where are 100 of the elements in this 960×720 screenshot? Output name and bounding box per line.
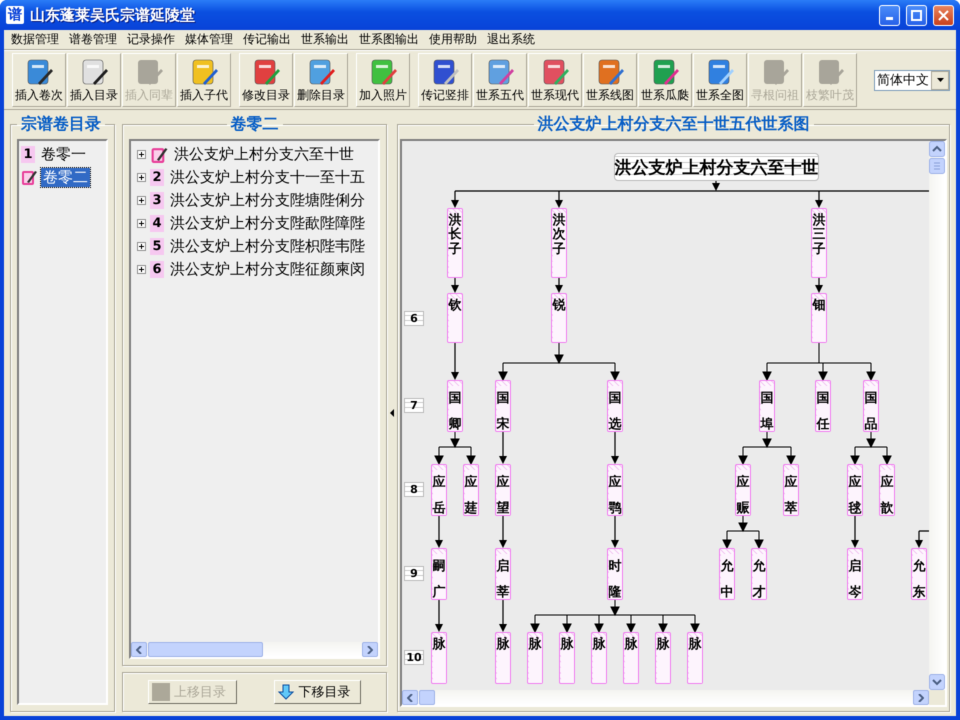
chapter-item[interactable]: 洪公支炉上村分支陛征颜柬闵 bbox=[168, 260, 367, 279]
person-node[interactable]: 国选 bbox=[607, 380, 623, 432]
minimize-button[interactable] bbox=[879, 4, 900, 26]
toolbar-button[interactable]: 世系全图 bbox=[693, 53, 747, 107]
volume-item[interactable]: 卷零二 bbox=[41, 168, 90, 187]
scrollbar-thumb[interactable] bbox=[148, 642, 263, 657]
root-node[interactable]: 洪公支炉上村分支六至十世 bbox=[614, 153, 819, 181]
expand-icon[interactable] bbox=[137, 173, 146, 182]
person-node[interactable]: 应赈 bbox=[735, 464, 751, 516]
person-node[interactable]: 洪次子 bbox=[551, 208, 567, 278]
chapter-item[interactable]: 洪公支炉上村分支十一至十五 bbox=[168, 168, 367, 187]
scroll-left-button[interactable] bbox=[402, 690, 418, 705]
menu-item[interactable]: 退出系统 bbox=[482, 31, 540, 48]
generation-label: 6 bbox=[404, 311, 424, 326]
move-down-button[interactable]: 下移目录 bbox=[274, 680, 362, 704]
panel-title: 宗谱卷目录 bbox=[20, 114, 102, 135]
person-node[interactable]: 允中 bbox=[719, 548, 735, 600]
person-node[interactable]: 脉 bbox=[527, 632, 543, 684]
chapter-item[interactable]: 洪公支炉上村分支六至十世 bbox=[172, 145, 356, 164]
generation-label: 7 bbox=[404, 398, 424, 413]
generation-label: 8 bbox=[404, 482, 424, 497]
person-node[interactable]: 应岳 bbox=[431, 464, 447, 516]
toolbar-button[interactable]: 世系现代 bbox=[528, 53, 582, 107]
chapter-item[interactable]: 洪公支炉上村分支陛枳陛韦陛 bbox=[168, 237, 367, 256]
expand-icon[interactable] bbox=[137, 150, 146, 159]
branch-connector bbox=[451, 343, 459, 380]
generation-label: 9 bbox=[404, 566, 424, 581]
close-button[interactable] bbox=[933, 4, 954, 26]
person-node[interactable]: 洪三子 bbox=[811, 208, 827, 278]
person-node[interactable]: 启莘 bbox=[495, 548, 511, 600]
number-badge: 6 bbox=[150, 261, 164, 278]
toolbar-button[interactable]: 插入目录 bbox=[67, 53, 121, 107]
chapter-item[interactable]: 洪公支炉上村分支陛塘陛俐分 bbox=[168, 191, 367, 210]
person-node[interactable]: 国品 bbox=[863, 380, 879, 432]
volume-item[interactable]: 卷零一 bbox=[39, 145, 88, 164]
person-node[interactable]: 允才 bbox=[751, 548, 767, 600]
menu-item[interactable]: 世系图输出 bbox=[354, 31, 424, 48]
toolbar-button[interactable]: 插入子代 bbox=[177, 53, 231, 107]
toolbar-button[interactable]: 修改目录 bbox=[239, 53, 293, 107]
toolbar-button[interactable]: 世系瓜瓞 bbox=[638, 53, 692, 107]
person-node[interactable]: 脉 bbox=[431, 632, 447, 684]
branch-connector bbox=[435, 600, 443, 632]
scroll-left-button[interactable] bbox=[131, 642, 147, 657]
language-dropdown[interactable]: 简体中文 bbox=[874, 70, 950, 90]
close-icon bbox=[938, 10, 949, 20]
person-node[interactable]: 应望 bbox=[495, 464, 511, 516]
panel-title: 洪公支炉上村分支六至十世五代世系图 bbox=[536, 114, 810, 135]
expand-icon[interactable] bbox=[137, 196, 146, 205]
toolbar-button[interactable]: 世系五代 bbox=[473, 53, 527, 107]
person-node[interactable]: 脉 bbox=[495, 632, 511, 684]
toolbar-button[interactable]: 世系线图 bbox=[583, 53, 637, 107]
menu-item[interactable]: 传记输出 bbox=[238, 31, 296, 48]
person-node[interactable]: 允东 bbox=[911, 548, 927, 600]
person-node[interactable]: 洪长子 bbox=[447, 208, 463, 278]
scroll-right-button[interactable] bbox=[362, 642, 378, 657]
branch-connector bbox=[555, 278, 563, 293]
number-badge: 2 bbox=[150, 169, 164, 186]
person-node[interactable]: 应莛 bbox=[463, 464, 479, 516]
person-node[interactable]: 应歆 bbox=[879, 464, 895, 516]
scrollbar-thumb[interactable] bbox=[419, 690, 435, 705]
person-node[interactable]: 脉 bbox=[623, 632, 639, 684]
menu-item[interactable]: 谱卷管理 bbox=[64, 31, 122, 48]
person-node[interactable]: 时隆 bbox=[607, 548, 623, 600]
person-node[interactable]: 国卿 bbox=[447, 380, 463, 432]
person-node[interactable]: 国宋 bbox=[495, 380, 511, 432]
expand-icon[interactable] bbox=[137, 265, 146, 274]
scroll-up-button[interactable] bbox=[929, 141, 945, 157]
expand-icon[interactable] bbox=[137, 242, 146, 251]
toolbar-button[interactable]: 传记竖排 bbox=[418, 53, 472, 107]
toolbar-button[interactable]: 加入照片 bbox=[356, 53, 410, 107]
menu-item[interactable]: 记录操作 bbox=[122, 31, 180, 48]
scroll-right-button[interactable] bbox=[913, 690, 929, 705]
branch-connector bbox=[611, 516, 619, 548]
person-node[interactable]: 嗣广 bbox=[431, 548, 447, 600]
person-node[interactable]: 应鹗 bbox=[607, 464, 623, 516]
person-node[interactable]: 应萃 bbox=[783, 464, 799, 516]
person-node[interactable]: 国埠 bbox=[759, 380, 775, 432]
person-node[interactable]: 脉 bbox=[655, 632, 671, 684]
menu-item[interactable]: 使用帮助 bbox=[424, 31, 482, 48]
maximize-button[interactable] bbox=[906, 4, 927, 26]
person-node[interactable]: 脉 bbox=[559, 632, 575, 684]
person-node[interactable]: 启岑 bbox=[847, 548, 863, 600]
toolbar-button[interactable]: 插入卷次 bbox=[12, 53, 66, 107]
expand-icon[interactable] bbox=[137, 219, 146, 228]
toolbar-button[interactable]: 删除目录 bbox=[294, 53, 348, 107]
collapse-arrow-icon[interactable] bbox=[390, 409, 394, 417]
person-node[interactable]: 脉 bbox=[591, 632, 607, 684]
branch-connector bbox=[434, 432, 476, 464]
person-node[interactable]: 钦 bbox=[447, 293, 463, 343]
person-node[interactable]: 应毬 bbox=[847, 464, 863, 516]
menu-item[interactable]: 数据管理 bbox=[6, 31, 64, 48]
person-node[interactable]: 钿 bbox=[811, 293, 827, 343]
person-node[interactable]: 脉 bbox=[687, 632, 703, 684]
menu-item[interactable]: 媒体管理 bbox=[180, 31, 238, 48]
scroll-down-button[interactable] bbox=[929, 674, 945, 690]
chapter-item[interactable]: 洪公支炉上村分支陛歃陛障陛 bbox=[168, 214, 367, 233]
person-node[interactable]: 锐 bbox=[551, 293, 567, 343]
menu-item[interactable]: 世系输出 bbox=[296, 31, 354, 48]
person-node[interactable]: 国任 bbox=[815, 380, 831, 432]
scrollbar-thumb[interactable] bbox=[929, 158, 945, 174]
